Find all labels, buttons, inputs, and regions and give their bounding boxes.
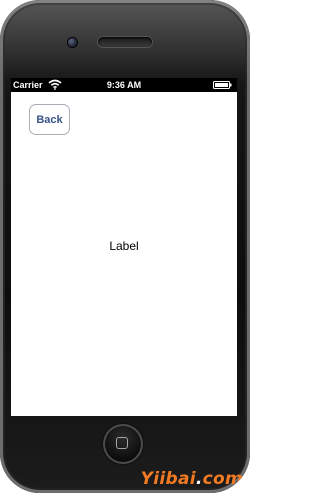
watermark-brand: Yiibai	[140, 469, 196, 489]
iphone-frame: Carrier 9:36 AM Back Label Yiibai.com	[0, 0, 250, 493]
home-button-icon[interactable]	[103, 424, 143, 464]
watermark-logo: Yiibai.com	[141, 469, 243, 489]
watermark-separator: .	[195, 469, 203, 489]
battery-icon	[213, 81, 232, 89]
back-button[interactable]: Back	[29, 104, 70, 135]
earpiece-speaker	[98, 37, 152, 47]
center-label: Label	[109, 239, 139, 253]
device-screen: Carrier 9:36 AM Back Label	[11, 78, 237, 416]
status-bar: Carrier 9:36 AM	[11, 78, 237, 92]
status-time: 9:36 AM	[106, 80, 142, 90]
camera-icon	[68, 38, 77, 47]
watermark-suffix: com	[202, 469, 243, 489]
home-square-icon	[116, 437, 128, 449]
